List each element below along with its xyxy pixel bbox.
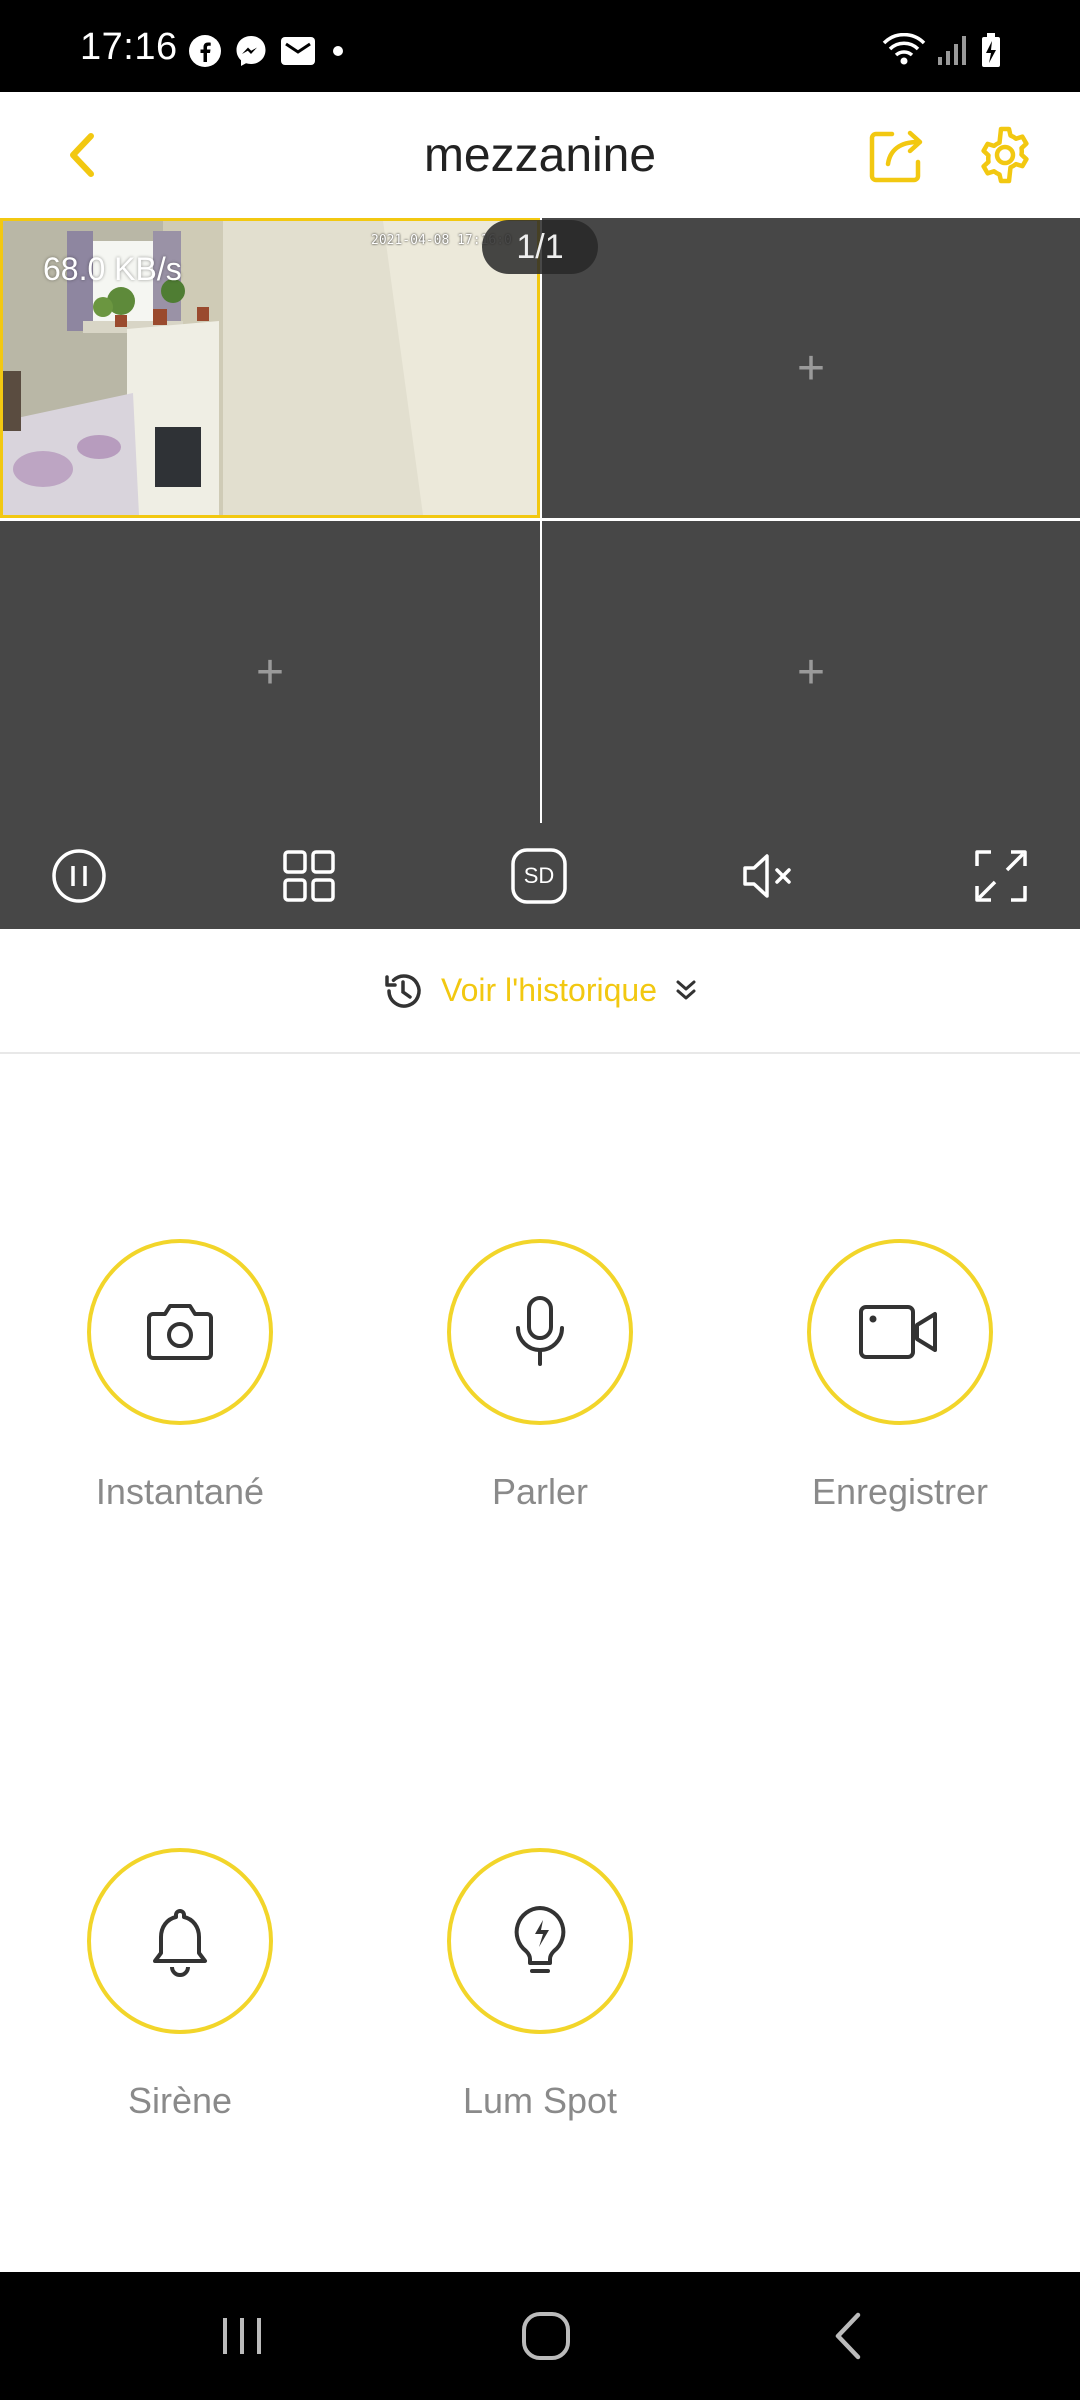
spotlight-label: Lum Spot xyxy=(462,2080,618,2121)
share-button[interactable] xyxy=(862,120,932,190)
back-icon xyxy=(835,2312,861,2360)
siren-button[interactable] xyxy=(87,1848,273,2034)
snapshot-action[interactable]: Instantané xyxy=(87,1239,273,1513)
fullscreen-icon xyxy=(975,850,1027,902)
fullscreen-button[interactable] xyxy=(970,845,1032,907)
signal-icon xyxy=(938,36,966,65)
status-time: 17:16 xyxy=(80,26,178,68)
battery-charging-icon xyxy=(982,33,1000,67)
record-label: Enregistrer xyxy=(811,1471,989,1512)
camera-feed-live[interactable]: 68.0 KB/s 2021-04-08 17:16:0 xyxy=(0,218,540,518)
home-button[interactable] xyxy=(514,2304,578,2368)
home-icon xyxy=(522,2312,570,2360)
history-icon xyxy=(385,973,421,1008)
grid-layout-icon xyxy=(283,850,335,902)
pause-button[interactable] xyxy=(48,845,110,907)
record-button[interactable] xyxy=(807,1239,993,1425)
notification-icons xyxy=(188,34,348,68)
empty-slot-2[interactable]: + xyxy=(542,218,1080,518)
gear-icon xyxy=(981,126,1029,184)
nav-back-button[interactable] xyxy=(816,2304,880,2368)
empty-slot-4[interactable]: + xyxy=(542,521,1080,823)
share-icon xyxy=(869,130,923,183)
wifi-icon xyxy=(882,33,926,65)
system-status-icons xyxy=(882,32,1002,68)
recent-apps-icon xyxy=(223,2318,261,2354)
history-label: Voir l'historique xyxy=(441,972,657,1008)
snapshot-button[interactable] xyxy=(87,1239,273,1425)
empty-slot-3[interactable]: + xyxy=(0,521,540,823)
app-header: mezzanine xyxy=(0,92,1080,218)
lightbulb-icon xyxy=(514,1906,566,1973)
settings-button[interactable] xyxy=(970,120,1040,190)
facebook-icon xyxy=(189,35,221,67)
view-history-button[interactable]: Voir l'historique xyxy=(0,929,1080,1054)
mute-icon xyxy=(743,854,791,898)
record-action[interactable]: Enregistrer xyxy=(807,1239,993,1513)
talk-label: Parler xyxy=(491,1471,589,1512)
snapshot-label: Instantané xyxy=(95,1471,265,1512)
page-indicator: 1/1 xyxy=(482,220,598,274)
pause-icon xyxy=(52,849,106,903)
bitrate-label: 68.0 KB/s xyxy=(43,251,182,287)
system-navigation-bar xyxy=(0,2272,1080,2400)
mail-icon xyxy=(281,37,315,65)
spotlight-button[interactable] xyxy=(447,1848,633,2034)
siren-label: Sirène xyxy=(127,2080,233,2121)
talk-button[interactable] xyxy=(447,1239,633,1425)
recent-apps-button[interactable] xyxy=(210,2304,274,2368)
mute-button[interactable] xyxy=(738,845,800,907)
add-camera-icon: + xyxy=(796,341,826,395)
status-bar: 17:16 xyxy=(0,0,1080,92)
quality-button[interactable]: SD xyxy=(508,845,570,907)
siren-action[interactable]: Sirène xyxy=(87,1848,273,2122)
sd-label: SD xyxy=(523,863,555,888)
add-camera-icon: + xyxy=(796,645,826,699)
grid-layout-button[interactable] xyxy=(278,845,340,907)
video-grid: 68.0 KB/s 2021-04-08 17:16:0 + + + 1/1 xyxy=(0,218,1080,823)
bell-icon xyxy=(153,1909,207,1977)
dot-icon xyxy=(333,46,343,56)
add-camera-icon: + xyxy=(255,645,285,699)
video-record-icon xyxy=(859,1305,937,1359)
camera-icon xyxy=(147,1304,213,1360)
talk-action[interactable]: Parler xyxy=(447,1239,633,1513)
microphone-icon xyxy=(516,1296,564,1366)
messenger-icon xyxy=(236,36,266,66)
spotlight-action[interactable]: Lum Spot xyxy=(447,1848,633,2122)
video-toolbar: SD xyxy=(0,823,1080,929)
double-chevron-down-icon xyxy=(676,980,696,999)
